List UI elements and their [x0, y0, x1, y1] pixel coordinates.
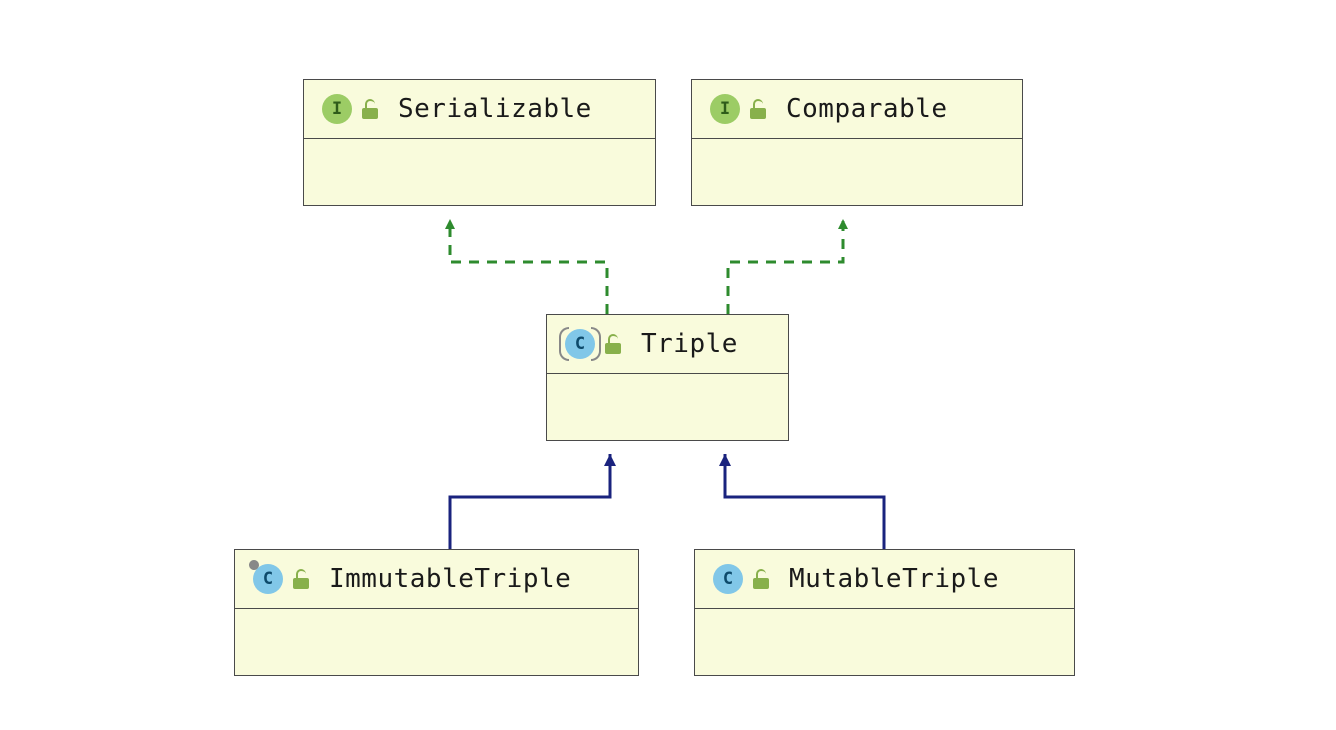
- interface-icon: I: [322, 94, 352, 124]
- class-name-label: Triple: [641, 329, 738, 359]
- uml-body: [695, 609, 1074, 675]
- class-name-label: Comparable: [786, 94, 948, 124]
- class-name-label: Serializable: [398, 94, 592, 124]
- uml-body: [692, 139, 1022, 205]
- connector-triple-comparable: [728, 219, 843, 314]
- uml-header: C MutableTriple: [695, 550, 1074, 609]
- open-lock-icon: [605, 334, 623, 354]
- uml-header: C ImmutableTriple: [235, 550, 638, 609]
- class-name-label: ImmutableTriple: [329, 564, 571, 594]
- uml-body: [235, 609, 638, 675]
- connector-mutable-triple: [725, 454, 884, 549]
- uml-header: C Triple: [547, 315, 788, 374]
- uml-box-comparable[interactable]: I Comparable: [691, 79, 1023, 206]
- uml-box-immutable-triple[interactable]: C ImmutableTriple: [234, 549, 639, 676]
- uml-box-mutable-triple[interactable]: C MutableTriple: [694, 549, 1075, 676]
- class-icon: C: [713, 564, 743, 594]
- abstract-class-icon: C: [565, 329, 595, 359]
- uml-header: I Comparable: [692, 80, 1022, 139]
- open-lock-icon: [293, 569, 311, 589]
- connector-immutable-triple: [450, 454, 610, 549]
- open-lock-icon: [362, 99, 380, 119]
- open-lock-icon: [753, 569, 771, 589]
- class-name-label: MutableTriple: [789, 564, 999, 594]
- interface-icon: I: [710, 94, 740, 124]
- connector-triple-serializable: [450, 219, 607, 314]
- uml-body: [547, 374, 788, 440]
- uml-box-serializable[interactable]: I Serializable: [303, 79, 656, 206]
- uml-body: [304, 139, 655, 205]
- open-lock-icon: [750, 99, 768, 119]
- class-icon: C: [253, 564, 283, 594]
- final-pin-icon: [247, 558, 261, 572]
- uml-box-triple[interactable]: C Triple: [546, 314, 789, 441]
- uml-header: I Serializable: [304, 80, 655, 139]
- uml-diagram-canvas: I Serializable I Comparable C Triple C: [0, 0, 1336, 730]
